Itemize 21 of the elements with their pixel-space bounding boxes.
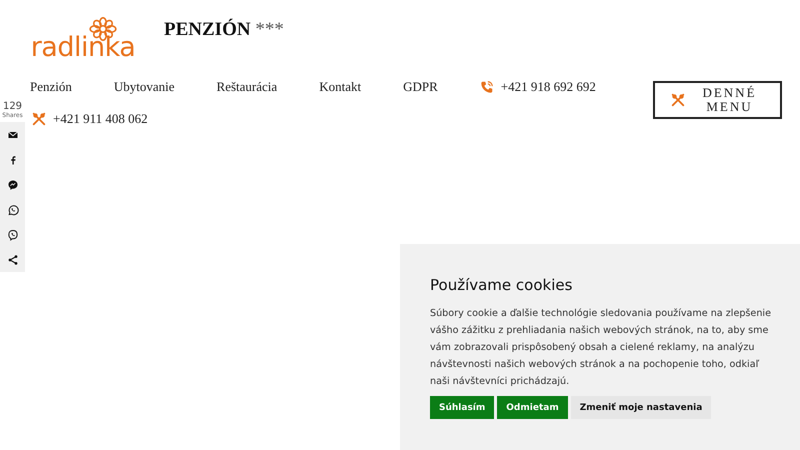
nav-link[interactable]: Reštaurácia bbox=[216, 79, 278, 95]
nav-link[interactable]: GDPR bbox=[403, 79, 438, 95]
site-title: PENZIÓN *** bbox=[164, 19, 284, 41]
settings-button[interactable]: Zmeniť moje nastavenia bbox=[570, 396, 712, 419]
cookie-text: Súbory cookie a ďalšie technológie sledovania používame na zlepšenie vášho zážitku z prehliadania našich webových stránok, na to, aby sme vám zobrazovali prispôsobený obsah a cielené reklamy, na analýzu návštevnosti našich webových stránok a na pochopenie toho, odkiaľ naši návštevníci prichádzajú. bbox=[430, 307, 772, 389]
phone-link[interactable]: +421 918 692 692 bbox=[500, 79, 596, 95]
nav-link[interactable]: Ubytovanie bbox=[114, 79, 175, 95]
nav-link[interactable]: Kontakt bbox=[319, 79, 362, 95]
messenger-icon[interactable] bbox=[6, 178, 18, 190]
share-icon[interactable] bbox=[6, 254, 18, 266]
viber-icon[interactable] bbox=[6, 228, 18, 240]
daily-menu-button[interactable]: DENNÉ MENU bbox=[653, 81, 782, 119]
phone-icon bbox=[480, 80, 494, 94]
accept-button[interactable]: Odmietam bbox=[497, 396, 568, 419]
whatsapp-icon[interactable] bbox=[6, 204, 18, 216]
cookie-title: Používame cookies bbox=[430, 276, 574, 294]
fork-spoon-icon bbox=[671, 93, 685, 107]
nav-link[interactable]: Penzión bbox=[30, 79, 72, 95]
accept-button[interactable]: Súhlasím bbox=[430, 396, 494, 419]
phone-link[interactable]: +421 911 408 062 bbox=[53, 111, 148, 127]
fork-spoon-icon bbox=[32, 112, 46, 126]
